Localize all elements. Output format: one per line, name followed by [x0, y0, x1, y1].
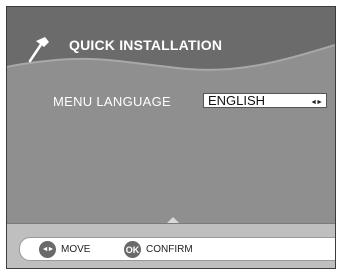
up-arrow-indicator-icon — [167, 217, 179, 223]
move-button-icon[interactable]: ◄► — [39, 241, 56, 258]
confirm-label: CONFIRM — [146, 244, 193, 255]
move-glyph: ◄► — [41, 246, 55, 253]
language-value: ENGLISH — [208, 93, 266, 108]
ok-glyph: OK — [125, 244, 140, 255]
ok-button-icon[interactable]: OK — [124, 241, 141, 258]
help-bar: ◄► MOVE OK CONFIRM — [19, 237, 335, 261]
page-title: QUICK INSTALLATION — [69, 37, 223, 53]
hammer-icon — [28, 37, 49, 63]
language-selector[interactable]: ENGLISH ◄► — [203, 93, 327, 108]
left-right-arrows-icon: ◄► — [310, 99, 323, 106]
menu-language-label: MENU LANGUAGE — [53, 94, 172, 109]
move-label: MOVE — [61, 244, 91, 255]
osd-screen: QUICK INSTALLATION MENU LANGUAGE ENGLISH… — [6, 6, 336, 269]
